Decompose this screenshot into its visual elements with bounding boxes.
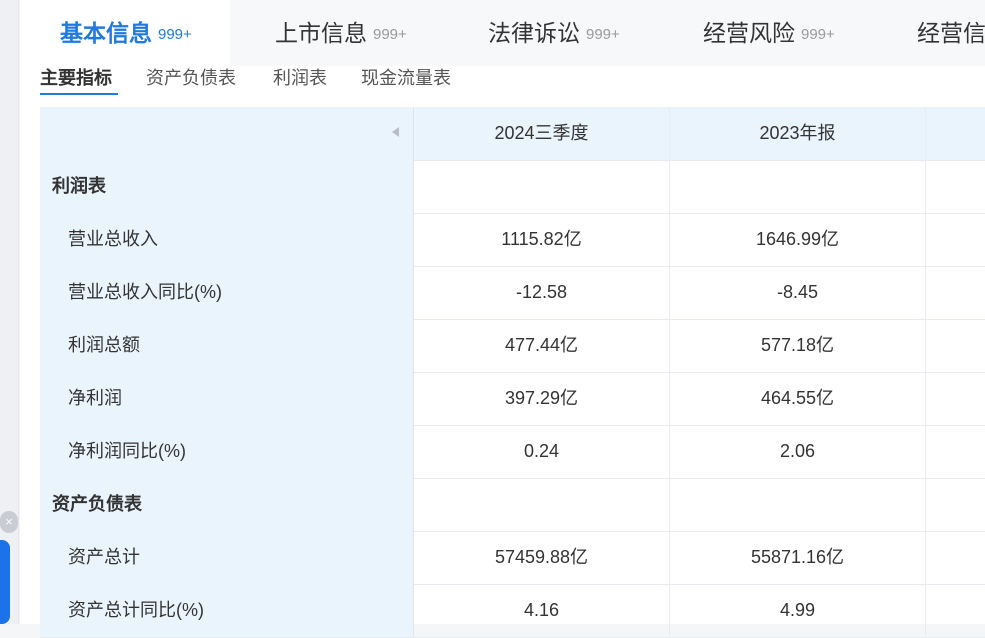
cell-overflow (926, 319, 985, 372)
cell-overflow (926, 584, 985, 637)
cell-value: 2.06 (670, 425, 926, 478)
subtab-balance-sheet[interactable]: 资产负债表 (146, 64, 236, 90)
header-label-cell (40, 107, 414, 160)
tab-label: 法律诉讼 (488, 20, 580, 46)
cell-value (670, 160, 926, 213)
row-label: 营业总收入 (40, 213, 414, 266)
tab-listing-info[interactable]: 上市信息 999+ (275, 0, 407, 66)
cell-value (414, 478, 670, 531)
cell-value: 57459.88亿 (414, 531, 670, 584)
tab-label: 上市信息 (275, 20, 367, 46)
active-subtab-indicator (40, 93, 118, 95)
cell-overflow (926, 425, 985, 478)
cell-value: 477.44亿 (414, 319, 670, 372)
cell-overflow (926, 478, 985, 531)
cell-overflow (926, 531, 985, 584)
table-section-row: 资产负债表 (40, 478, 985, 532)
table-row: 营业总收入同比(%) -12.58 -8.45 (40, 266, 985, 320)
row-label: 净利润同比(%) (40, 425, 414, 478)
table-row: 净利润同比(%) 0.24 2.06 (40, 425, 985, 479)
table-row: 营业总收入 1115.82亿 1646.99亿 (40, 213, 985, 267)
tab-count-badge: 999+ (158, 26, 192, 43)
column-header: 2024三季度 (414, 107, 670, 160)
close-icon[interactable]: × (0, 511, 18, 533)
tab-label: 经营信息 (917, 20, 985, 46)
subtab-cash-flow[interactable]: 现金流量表 (361, 64, 451, 90)
cell-value: 4.16 (414, 584, 670, 637)
cell-overflow (926, 266, 985, 319)
row-label: 净利润 (40, 372, 414, 425)
main-tab-bar: 基本信息 999+ 上市信息 999+ 法律诉讼 999+ 经营风险 999+ 经营信息 (20, 0, 985, 66)
cell-value (670, 478, 926, 531)
cell-overflow (926, 213, 985, 266)
table-row: 资产总计同比(%) 4.16 4.99 (40, 584, 985, 638)
cell-value: 397.29亿 (414, 372, 670, 425)
tab-litigation[interactable]: 法律诉讼 999+ (488, 0, 620, 66)
floating-side-tab[interactable] (0, 540, 10, 624)
row-label: 营业总收入同比(%) (40, 266, 414, 319)
column-header: 2023年报 (670, 107, 926, 160)
table-row: 净利润 397.29亿 464.55亿 (40, 372, 985, 426)
cell-value: -8.45 (670, 266, 926, 319)
row-label: 利润总额 (40, 319, 414, 372)
cell-value (414, 160, 670, 213)
tab-label: 基本信息 (60, 20, 152, 46)
tab-count-badge: 999+ (801, 26, 835, 43)
tab-count-badge: 999+ (586, 26, 620, 43)
company-info-panel: 基本信息 999+ 上市信息 999+ 法律诉讼 999+ 经营风险 999+ 经营信息… (20, 0, 985, 638)
cell-overflow (926, 160, 985, 213)
tab-operating-info[interactable]: 经营信息 (917, 0, 985, 66)
cell-value: 1646.99亿 (670, 213, 926, 266)
subtab-key-indicators[interactable]: 主要指标 (40, 64, 112, 90)
caret-left-icon[interactable] (392, 127, 399, 137)
row-label: 资产总计 (40, 531, 414, 584)
cell-value: 577.18亿 (670, 319, 926, 372)
column-header-overflow (926, 107, 985, 160)
table-row: 利润总额 477.44亿 577.18亿 (40, 319, 985, 373)
section-label: 利润表 (40, 160, 414, 213)
cell-value: 1115.82亿 (414, 213, 670, 266)
tab-count-badge: 999+ (373, 26, 407, 43)
table-header-row: 2024三季度 2023年报 (40, 107, 985, 161)
tab-basic-info[interactable]: 基本信息 999+ (20, 0, 230, 66)
subtab-income-statement[interactable]: 利润表 (273, 64, 327, 90)
section-label: 资产负债表 (40, 478, 414, 531)
cell-value: 464.55亿 (670, 372, 926, 425)
row-label: 资产总计同比(%) (40, 584, 414, 637)
cell-value: 0.24 (414, 425, 670, 478)
cell-value: 55871.16亿 (670, 531, 926, 584)
cell-value: 4.99 (670, 584, 926, 637)
tab-label: 经营风险 (703, 20, 795, 46)
table-row: 资产总计 57459.88亿 55871.16亿 (40, 531, 985, 585)
cell-overflow (926, 372, 985, 425)
cell-value: -12.58 (414, 266, 670, 319)
tab-operating-risk[interactable]: 经营风险 999+ (703, 0, 835, 66)
table-section-row: 利润表 (40, 160, 985, 214)
